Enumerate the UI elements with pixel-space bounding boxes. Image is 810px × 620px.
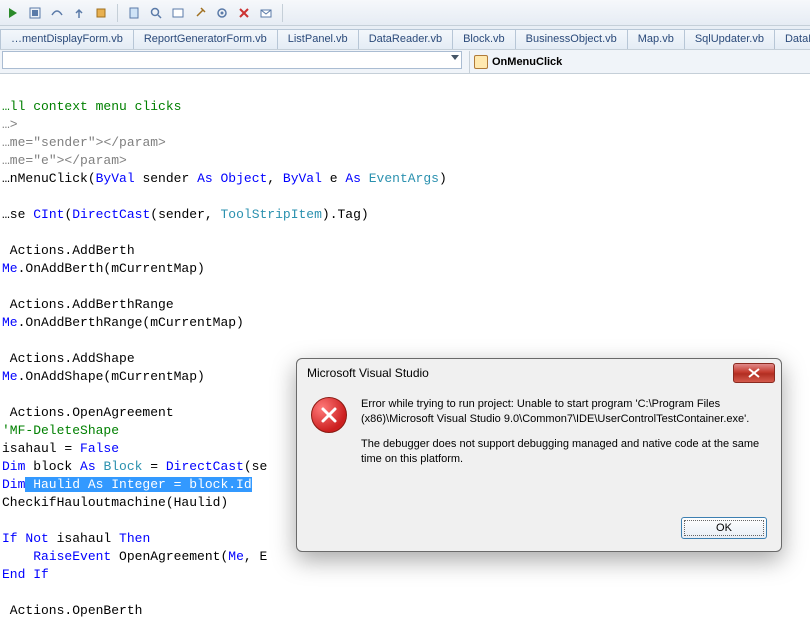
close-icon[interactable] (733, 363, 775, 383)
lightning-icon (474, 55, 488, 69)
tools-icon[interactable] (191, 4, 209, 22)
error-icon (311, 397, 347, 433)
tab-block[interactable]: Block.vb (452, 29, 516, 49)
step-icon[interactable] (26, 4, 44, 22)
clear-icon[interactable] (235, 4, 253, 22)
step-out-icon[interactable] (70, 4, 88, 22)
toolbar-sep (117, 4, 118, 22)
member-dropdown[interactable]: OnMenuClick (470, 55, 810, 69)
play-icon[interactable] (4, 4, 22, 22)
tab-sqlupdater[interactable]: SqlUpdater.vb (684, 29, 775, 49)
settings-icon[interactable] (213, 4, 231, 22)
return-icon[interactable] (92, 4, 110, 22)
tab-reportgeneratorform[interactable]: ReportGeneratorForm.vb (133, 29, 278, 49)
tab-listpanel[interactable]: ListPanel.vb (277, 29, 359, 49)
step-over-icon[interactable] (48, 4, 66, 22)
tab-datareader[interactable]: DataReader.vb (358, 29, 453, 49)
document-tabs: …mentDisplayForm.vbReportGeneratorForm.v… (0, 26, 810, 50)
find-icon[interactable] (169, 4, 187, 22)
member-name: OnMenuClick (492, 56, 562, 68)
toolbar-sep (282, 4, 283, 22)
dialog-title: Microsoft Visual Studio (307, 366, 429, 380)
search-icon[interactable] (147, 4, 165, 22)
scope-dropdown[interactable] (2, 51, 462, 69)
error-dialog: Microsoft Visual Studio Error while tryi… (296, 358, 782, 552)
tab-businessobject[interactable]: BusinessObject.vb (515, 29, 628, 49)
bookmark-icon[interactable] (125, 4, 143, 22)
mail-icon[interactable] (257, 4, 275, 22)
member-navbar: OnMenuClick (0, 50, 810, 74)
dialog-message: Error while trying to run project: Unabl… (361, 397, 767, 477)
dialog-titlebar[interactable]: Microsoft Visual Studio (297, 359, 781, 387)
tab-map[interactable]: Map.vb (627, 29, 685, 49)
toolbar (0, 0, 810, 26)
tab-mentdisplayform[interactable]: …mentDisplayForm.vb (0, 29, 134, 49)
tab-dataparamet[interactable]: DataParamet… (774, 29, 810, 49)
ok-button[interactable]: OK (681, 517, 767, 539)
